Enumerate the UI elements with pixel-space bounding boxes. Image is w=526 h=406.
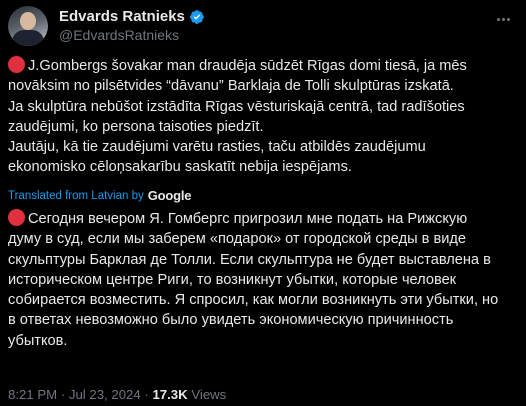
text-line: в ответах невозможно было увидеть эконом… [8,312,454,329]
tweet-date[interactable]: Jul 23, 2024 [69,387,141,402]
more-options-icon[interactable] [494,10,512,28]
views-count: 17.3K [152,387,188,402]
more-dot [501,17,505,21]
author-handle[interactable]: @EdvardsRatnieks [59,27,179,43]
text-line: историческом центре Риги, то возникнут у… [8,271,457,288]
avatar-body [12,30,44,46]
text-line: убытков. [8,332,68,349]
name-row: Edvards Ratnieks [59,8,205,25]
text-line: zaudējumi, ko persona taisoties piedzīt. [8,118,264,135]
tweet-meta: 8:21 PM · Jul 23, 2024 · 17.3K Views [8,387,226,402]
tweet-time[interactable]: 8:21 PM [8,387,57,402]
tweet-original-text: J.Gombergs šovakar man draudēja sūdzēt R… [8,56,518,178]
views-label: Views [191,387,227,402]
avatar[interactable] [8,6,48,46]
text-line: скульптуры Барклая де Толли. Если скульп… [8,251,491,268]
text-line-content: J.Gombergs šovakar man draudēja sūdzēt R… [28,58,467,74]
text-line: J.Gombergs šovakar man draudēja sūdzēt R… [8,56,518,76]
text-line: Jautāju, kā tie zaudējumi varētu rasties… [8,139,426,156]
more-dot [506,17,510,21]
translation-attribution[interactable]: Translated from Latvian by Google [8,188,192,203]
tweet-header: Edvards Ratnieks @EdvardsRatnieks [8,6,518,46]
author-name[interactable]: Edvards Ratnieks [59,8,185,25]
text-line: собирается возместить. Я спросил, как мо… [8,292,499,309]
verified-badge-icon [189,9,204,24]
text-line: думу в суд, если мы заберем «подарок» от… [8,231,466,248]
text-line: Сегодня вечером Я. Гомбергс пригрозил мн… [8,209,518,229]
red-circle-emoji-icon [8,209,25,226]
text-line-content: Сегодня вечером Я. Гомбергс пригрозил мн… [28,211,468,227]
google-logo: Google [147,188,192,203]
text-line: Ja skulptūra nebūšot izstādīta Rīgas vēs… [8,98,465,115]
translation-label: Translated from Latvian by [8,189,144,202]
avatar-face [20,12,36,30]
tweet-translated-text: Сегодня вечером Я. Гомбергс пригрозил мн… [8,209,518,351]
red-circle-emoji-icon [8,56,25,73]
meta-separator: · [60,387,69,402]
more-dot [496,17,500,21]
text-line: novāksim no pilsētvides “dāvanu” Barklaj… [8,78,454,95]
text-line: ekonomisko cēloņsakarību saskatīt nebija… [8,159,352,176]
